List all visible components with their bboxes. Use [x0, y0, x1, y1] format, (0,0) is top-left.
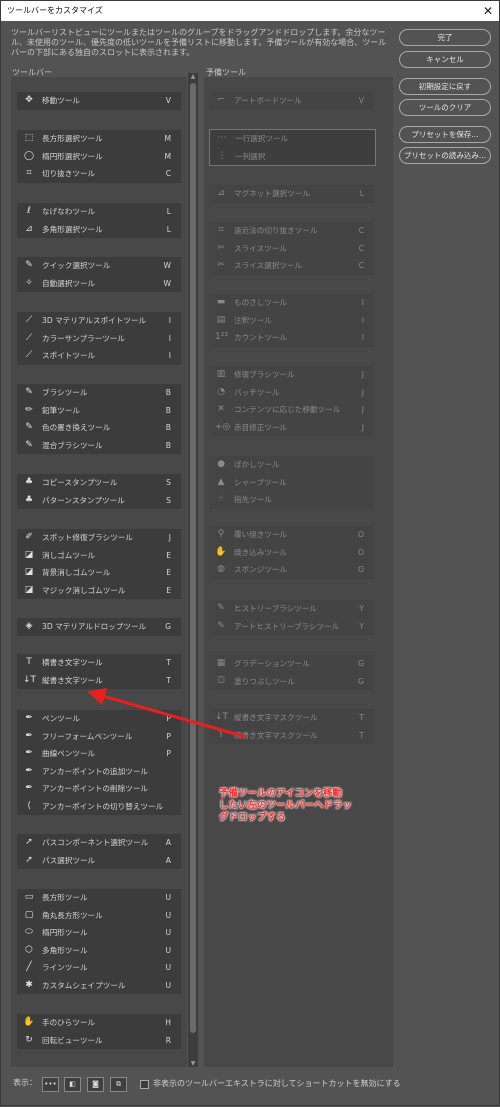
- annotation-text: 予備ツールのアイコンを移動 したい左のツールバーへドラッ グドロップする: [219, 788, 353, 823]
- annotation-arrow: [87, 687, 247, 739]
- customize-toolbar-dialog: ツールバーをカスタマイズ ✕ ツールバーリストビューにツールまたはツールのグルー…: [0, 0, 500, 1106]
